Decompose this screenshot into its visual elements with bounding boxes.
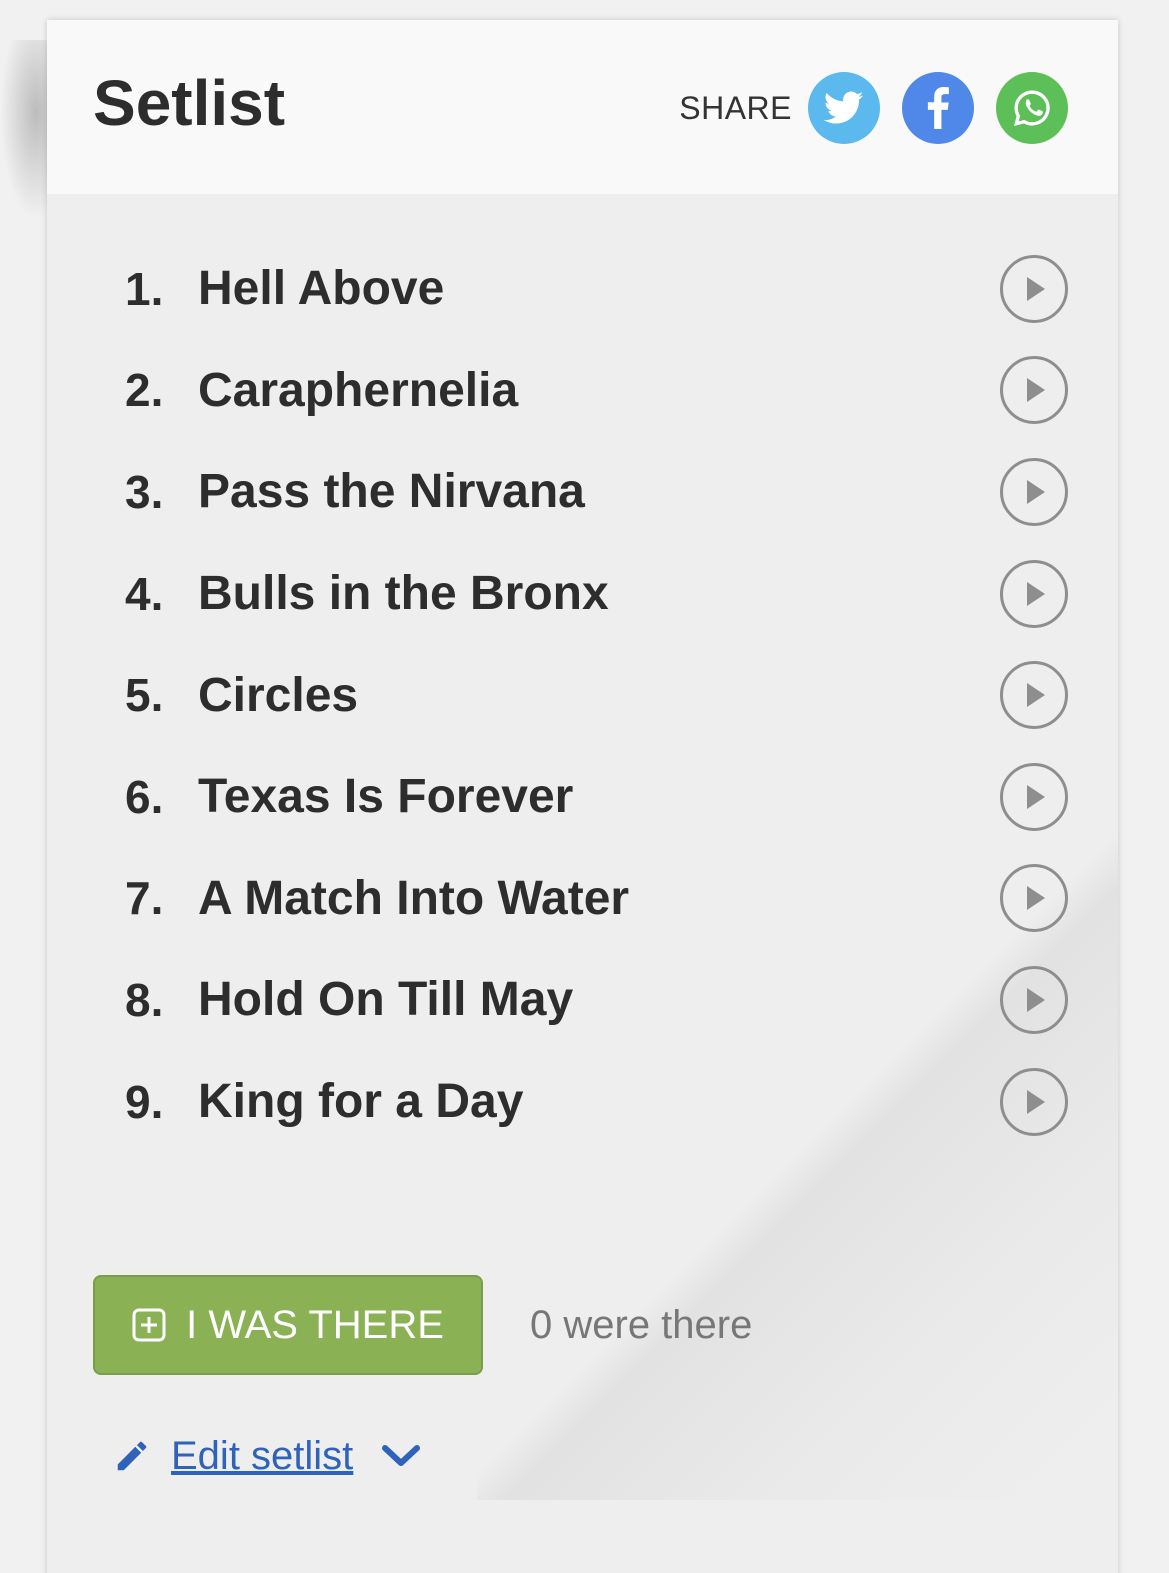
plus-square-icon	[132, 1308, 166, 1342]
i-was-there-button[interactable]: I WAS THERE	[93, 1275, 483, 1375]
song-title[interactable]: Bulls in the Bronx	[198, 566, 609, 621]
play-button[interactable]	[1000, 356, 1068, 425]
play-icon	[1027, 378, 1045, 403]
song-number: 5.	[125, 669, 164, 722]
page: Setlist SHARE 1. Hell Above 2. Caraphern…	[0, 0, 1169, 1573]
edit-setlist-row: Edit setlist	[113, 1428, 421, 1484]
song-row: 8. Hold On Till May	[47, 949, 1118, 1051]
share-bar: SHARE	[679, 72, 1068, 144]
play-button[interactable]	[1000, 1067, 1068, 1136]
play-button[interactable]	[1000, 864, 1068, 933]
play-button[interactable]	[1000, 762, 1068, 831]
song-number: 9.	[125, 1075, 164, 1128]
song-row: 9. King for a Day	[47, 1051, 1118, 1153]
chevron-down-icon[interactable]	[381, 1443, 421, 1469]
song-title[interactable]: King for a Day	[198, 1074, 523, 1129]
song-number: 1.	[125, 262, 164, 315]
song-title[interactable]: Pass the Nirvana	[198, 464, 585, 519]
facebook-share-button[interactable]	[902, 72, 974, 144]
song-row: 1. Hell Above	[47, 238, 1118, 340]
play-icon	[1027, 581, 1045, 606]
song-title[interactable]: Hell Above	[198, 261, 444, 316]
edit-setlist-link[interactable]: Edit setlist	[171, 1434, 353, 1479]
play-icon	[1027, 784, 1045, 809]
whatsapp-share-button[interactable]	[996, 72, 1068, 144]
setlist: 1. Hell Above 2. Caraphernelia 3. Pass t…	[47, 238, 1118, 1152]
play-button[interactable]	[1000, 254, 1068, 323]
play-icon	[1027, 276, 1045, 301]
song-row: 6. Texas Is Forever	[47, 746, 1118, 848]
song-title[interactable]: Hold On Till May	[198, 972, 573, 1027]
song-number: 7.	[125, 872, 164, 925]
song-row: 7. A Match Into Water	[47, 848, 1118, 950]
play-icon	[1027, 479, 1045, 504]
song-row: 3. Pass the Nirvana	[47, 441, 1118, 543]
page-title: Setlist	[93, 67, 286, 139]
song-number: 3.	[125, 465, 164, 518]
song-title[interactable]: Texas Is Forever	[198, 769, 573, 824]
pencil-icon[interactable]	[113, 1437, 151, 1475]
play-icon	[1027, 987, 1045, 1012]
play-button[interactable]	[1000, 559, 1068, 628]
song-number: 2.	[125, 364, 164, 417]
play-icon	[1027, 1089, 1045, 1114]
song-title[interactable]: Caraphernelia	[198, 363, 518, 418]
song-number: 4.	[125, 567, 164, 620]
setlist-card: Setlist SHARE 1. Hell Above 2. Caraphern…	[47, 20, 1118, 1573]
card-header: Setlist SHARE	[47, 20, 1118, 194]
play-button[interactable]	[1000, 661, 1068, 730]
play-button[interactable]	[1000, 965, 1068, 1034]
song-title[interactable]: Circles	[198, 668, 358, 723]
whatsapp-icon	[1014, 90, 1050, 126]
song-row: 5. Circles	[47, 644, 1118, 746]
twitter-share-button[interactable]	[808, 72, 880, 144]
song-number: 6.	[125, 770, 164, 823]
song-number: 8.	[125, 973, 164, 1026]
song-title[interactable]: A Match Into Water	[198, 871, 629, 926]
facebook-icon	[927, 87, 949, 129]
twitter-icon	[824, 91, 864, 124]
share-label: SHARE	[679, 89, 792, 126]
play-icon	[1027, 886, 1045, 911]
play-icon	[1027, 683, 1045, 708]
song-row: 2. Caraphernelia	[47, 340, 1118, 442]
i-was-there-label: I WAS THERE	[186, 1302, 444, 1347]
song-row: 4. Bulls in the Bronx	[47, 543, 1118, 645]
play-button[interactable]	[1000, 457, 1068, 526]
attendance-count: 0 were there	[530, 1303, 753, 1347]
